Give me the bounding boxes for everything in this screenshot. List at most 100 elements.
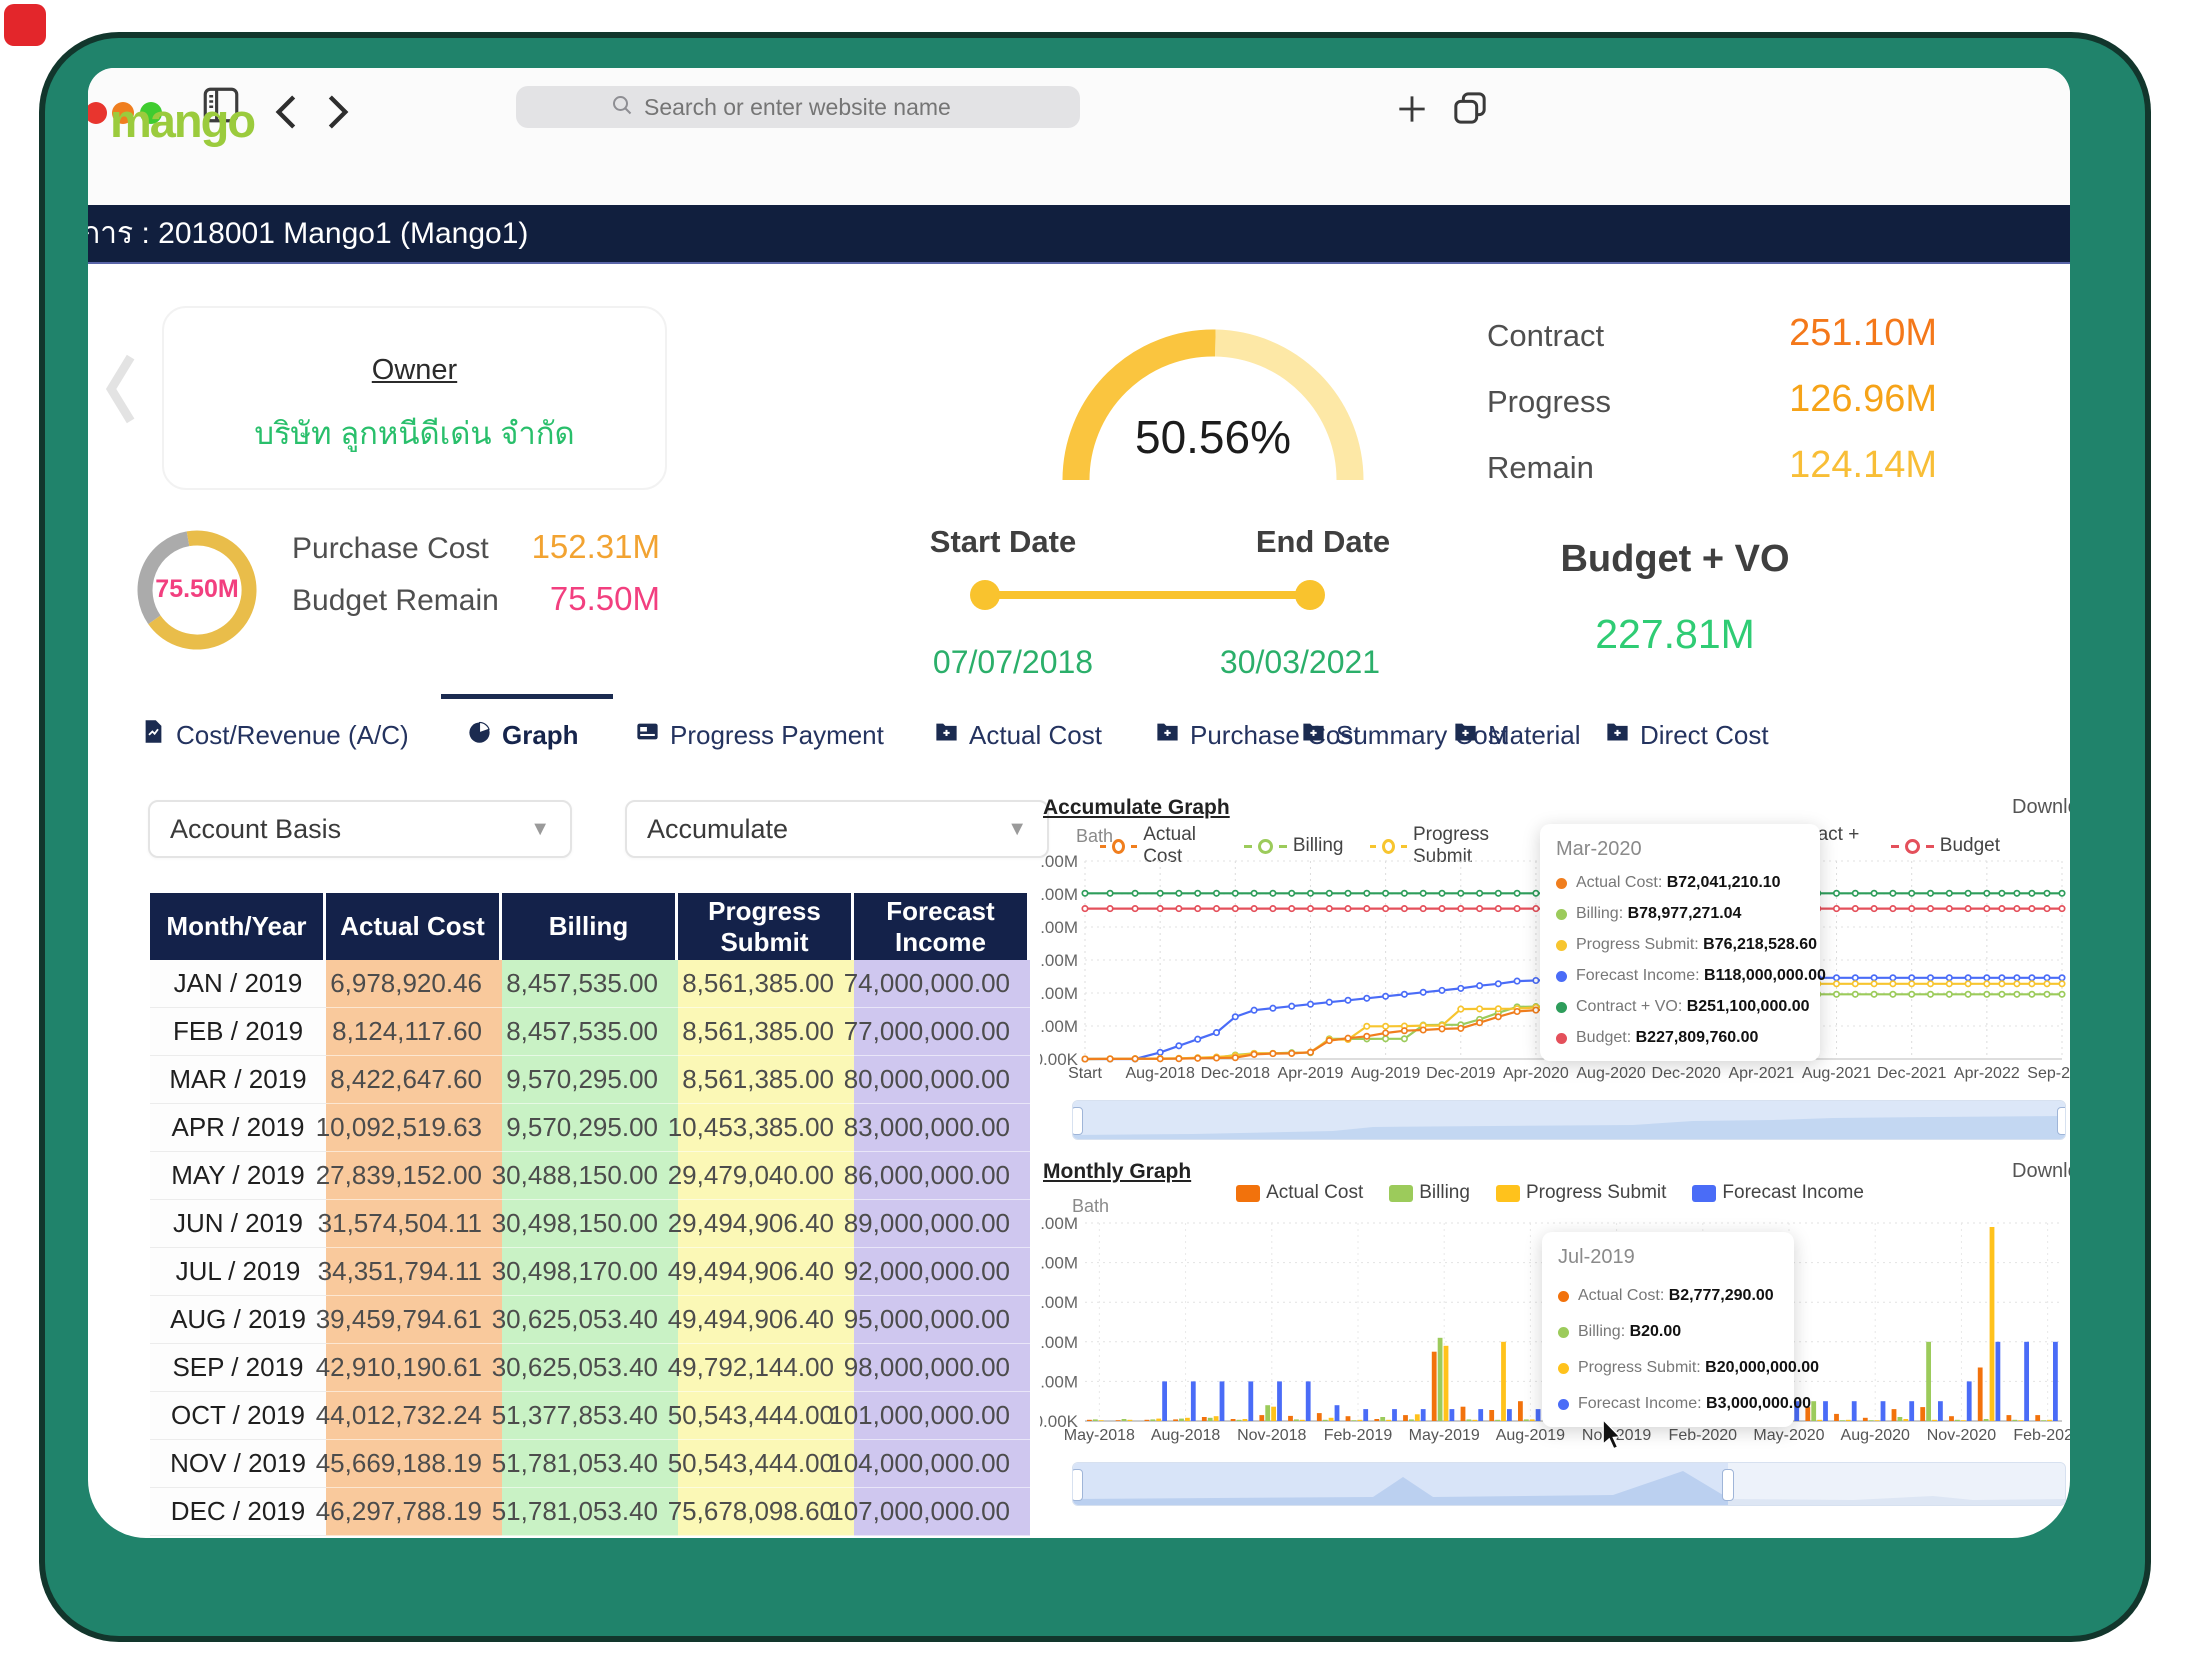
table-cell: SEP / 2019	[150, 1344, 326, 1392]
table-cell: 8,124,117.60	[326, 1008, 502, 1056]
svg-text:40.00M: 40.00M	[1040, 1254, 1078, 1273]
graph-mode-select[interactable]: Accumulate ▼	[625, 800, 1049, 858]
svg-text:50.00M: 50.00M	[1040, 1017, 1078, 1036]
owner-label: Owner	[164, 354, 665, 387]
table-row: DEC / 201946,297,788.1951,781,053.4075,6…	[150, 1488, 1030, 1536]
scrollbar-right-handle[interactable]	[1722, 1469, 1734, 1500]
table-row: JUL / 201934,351,794.1130,498,170.0049,4…	[150, 1248, 1030, 1296]
tab-graph[interactable]: Graph	[466, 712, 579, 758]
svg-text:50.00M: 50.00M	[1040, 1214, 1078, 1233]
folder-plus-icon	[1452, 718, 1479, 752]
budget-vo-value: 227.81M	[1490, 611, 1860, 658]
tab-overview-icon[interactable]	[1450, 88, 1490, 133]
tooltip-row: Actual Cost: B2,777,290.00	[1558, 1287, 1778, 1305]
table-row: JAN / 20196,978,920.468,457,535.008,561,…	[150, 960, 1030, 1008]
scrollbar-right-handle[interactable]	[2057, 1107, 2066, 1136]
chevron-down-icon: ▼	[530, 818, 550, 841]
table-cell: 8,561,385.00	[678, 1056, 854, 1104]
table-cell: 74,000,000.00	[854, 960, 1030, 1008]
mango-logo: mango	[110, 93, 254, 148]
svg-text:Start: Start	[1068, 1065, 1102, 1082]
table-cell: 30,498,170.00	[502, 1248, 678, 1296]
budget-remain-value: 75.50M	[428, 580, 660, 618]
table-cell: 39,459,794.61	[326, 1296, 502, 1344]
table-header-row: Month/YearActual CostBillingProgress Sub…	[150, 893, 1030, 960]
accumulate-y-axis-label: Bath	[1076, 826, 1113, 847]
accumulate-tooltip: Mar-2020 Actual Cost: B72,041,210.10 Billi…	[1540, 824, 1820, 1061]
address-bar[interactable]	[516, 86, 1080, 128]
tooltip-title: Jul-2019	[1558, 1246, 1778, 1269]
account-basis-value: Account Basis	[170, 814, 341, 845]
forward-icon[interactable]	[320, 92, 354, 137]
scrollbar-left-handle[interactable]	[1072, 1107, 1083, 1136]
monthly-data-table: Month/YearActual CostBillingProgress Sub…	[150, 893, 1030, 1536]
legend-item-progress-submit[interactable]: Progress Submit	[1496, 1182, 1666, 1204]
owner-name: บริษัท ลูกหนีดีเด่น จำกัด	[164, 408, 665, 458]
svg-text:Sep-2022: Sep-2022	[2027, 1065, 2070, 1082]
table-cell: 104,000,000.00	[854, 1440, 1030, 1488]
svg-text:Feb-2021: Feb-2021	[2013, 1427, 2070, 1444]
table-cell: 51,781,053.40	[502, 1488, 678, 1536]
search-input[interactable]	[642, 93, 986, 122]
svg-text:Aug-2020: Aug-2020	[1841, 1427, 1910, 1444]
table-cell: 50,543,444.00	[678, 1440, 854, 1488]
chevron-down-icon: ▼	[1007, 818, 1027, 841]
tooltip-row: Actual Cost: B72,041,210.10	[1556, 874, 1804, 892]
monthly-download-link[interactable]: Download	[2012, 1160, 2070, 1183]
svg-text:Aug-2018: Aug-2018	[1151, 1427, 1220, 1444]
table-cell: 49,792,144.00	[678, 1344, 854, 1392]
table-cell: 8,422,647.60	[326, 1056, 502, 1104]
accumulate-download-link[interactable]: Download	[2012, 796, 2070, 819]
carousel-left-icon[interactable]	[102, 350, 138, 433]
new-tab-icon[interactable]	[1393, 90, 1431, 133]
svg-text:Dec-2021: Dec-2021	[1877, 1065, 1946, 1082]
svg-text:Aug-2020: Aug-2020	[1576, 1065, 1645, 1082]
folder-plus-icon	[933, 718, 960, 752]
svg-text:150.00M: 150.00M	[1040, 951, 1078, 970]
table-cell: 8,561,385.00	[678, 1008, 854, 1056]
table-cell: MAR / 2019	[150, 1056, 326, 1104]
tab-label: Graph	[502, 720, 579, 751]
table-cell: 89,000,000.00	[854, 1200, 1030, 1248]
table-cell: 80,000,000.00	[854, 1056, 1030, 1104]
account-basis-select[interactable]: Account Basis ▼	[148, 800, 572, 858]
table-cell: JAN / 2019	[150, 960, 326, 1008]
table-cell: 86,000,000.00	[854, 1152, 1030, 1200]
tooltip-row: Forecast Income: B3,000,000.00	[1558, 1395, 1778, 1413]
search-icon	[610, 93, 634, 122]
column-header: Forecast Income	[854, 893, 1030, 960]
graph-mode-value: Accumulate	[647, 814, 788, 845]
scrollbar-left-handle[interactable]	[1072, 1469, 1083, 1500]
tab-direct-cost[interactable]: Direct Cost	[1604, 712, 1769, 758]
tab-material[interactable]: Material	[1452, 712, 1580, 758]
svg-text:10.00M: 10.00M	[1040, 1372, 1078, 1391]
legend-item-billing[interactable]: Billing	[1389, 1182, 1470, 1204]
svg-text:20.00M: 20.00M	[1040, 1333, 1078, 1352]
tab-cost-revenue-a-c-[interactable]: Cost/Revenue (A/C)	[140, 712, 409, 758]
table-cell: MAY / 2019	[150, 1152, 326, 1200]
svg-text:Feb-2019: Feb-2019	[1324, 1427, 1393, 1444]
svg-text:Dec-2020: Dec-2020	[1652, 1065, 1721, 1082]
table-cell: 30,625,053.40	[502, 1296, 678, 1344]
svg-text:Apr-2022: Apr-2022	[1954, 1065, 2020, 1082]
table-row: SEP / 201942,910,190.6130,625,053.4049,7…	[150, 1344, 1030, 1392]
accumulate-scrollbar[interactable]	[1072, 1100, 2066, 1140]
tooltip-title: Mar-2020	[1556, 838, 1804, 861]
table-cell: 10,453,385.00	[678, 1104, 854, 1152]
legend-item-actual-cost[interactable]: Actual Cost	[1236, 1182, 1363, 1204]
close-traffic-light[interactable]	[88, 102, 107, 124]
legend-item-forecast-income[interactable]: Forecast Income	[1692, 1182, 1864, 1204]
table-cell: JUN / 2019	[150, 1200, 326, 1248]
tooltip-row: Billing: B78,977,271.04	[1556, 905, 1804, 923]
table-cell: 9,570,295.00	[502, 1056, 678, 1104]
monthly-tooltip: Jul-2019Actual Cost: B2,777,290.00Billin…	[1542, 1232, 1794, 1427]
contract-value: 251.10M	[1648, 312, 1937, 355]
table-cell: 30,625,053.40	[502, 1344, 678, 1392]
column-header: Billing	[502, 893, 678, 960]
monthly-scrollbar[interactable]	[1072, 1462, 2066, 1506]
tab-progress-payment[interactable]: Progress Payment	[634, 712, 884, 758]
tab-actual-cost[interactable]: Actual Cost	[933, 712, 1102, 758]
record-corner-badge	[4, 4, 46, 46]
back-icon[interactable]	[270, 92, 304, 137]
svg-text:Apr-2020: Apr-2020	[1503, 1065, 1569, 1082]
